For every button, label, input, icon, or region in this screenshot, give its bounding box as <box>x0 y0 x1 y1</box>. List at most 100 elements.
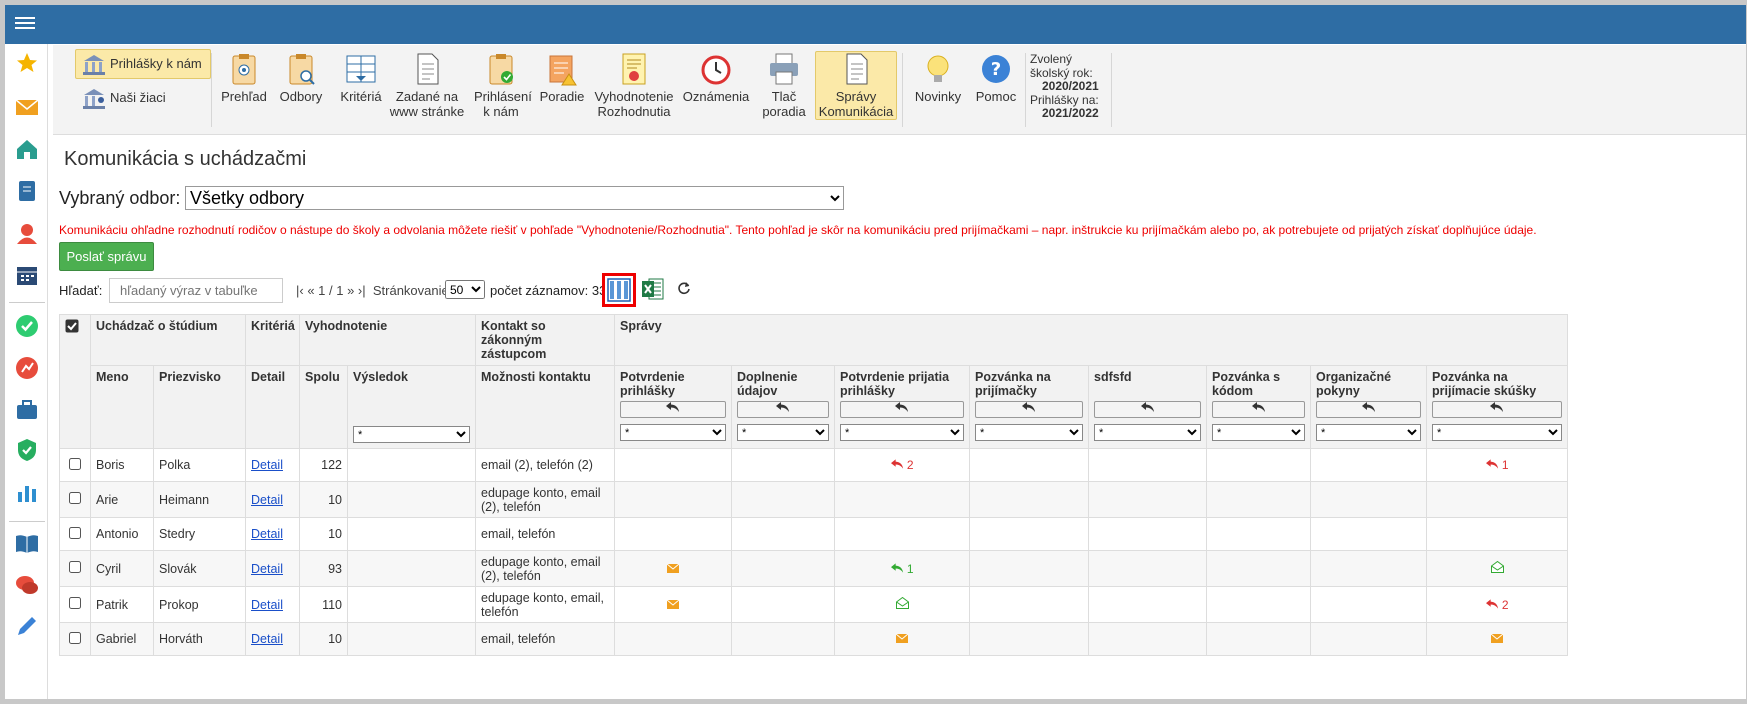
message-filter-select[interactable]: * <box>620 424 727 441</box>
select-all-checkbox[interactable] <box>65 319 79 333</box>
column-header-message-5[interactable]: sdfsfd * <box>1088 365 1208 449</box>
message-filter-select[interactable]: * <box>1316 424 1422 441</box>
field-of-study-select[interactable]: Všetky odbory <box>185 186 844 210</box>
message-status-cell[interactable] <box>614 586 733 623</box>
table-row[interactable]: Gabriel Horváth Detail 10 email, telefón <box>59 622 1569 656</box>
home-icon[interactable] <box>15 137 39 161</box>
column-header-name[interactable]: Meno <box>90 365 154 449</box>
message-status-cell[interactable]: 1 <box>1426 448 1569 482</box>
message-status-cell[interactable] <box>834 586 971 623</box>
bar-chart-icon[interactable] <box>15 480 39 504</box>
reply-sort-button[interactable] <box>1432 401 1563 418</box>
ribbon-button-preh-ad[interactable]: Prehľad <box>219 51 269 121</box>
reply-sort-button[interactable] <box>1316 401 1422 418</box>
column-header-result[interactable]: Výsledok * <box>347 365 477 449</box>
hamburger-menu-icon[interactable] <box>15 14 35 34</box>
reply-sort-button[interactable] <box>1212 401 1306 418</box>
page-size-select[interactable]: 50 <box>445 280 485 299</box>
applications-to-us-button[interactable]: Prihlášky k nám <box>75 49 211 79</box>
detail-link[interactable]: Detail <box>251 493 283 507</box>
reply-sort-button[interactable] <box>840 401 965 418</box>
reply-count[interactable]: 2 <box>890 458 914 472</box>
ribbon-button-tla-[interactable]: Tlač poradia <box>759 51 809 121</box>
ribbon-button-odbory[interactable]: Odbory <box>278 51 324 121</box>
message-status-cell[interactable] <box>1426 622 1569 656</box>
column-header-surname[interactable]: Priezvisko <box>152 365 247 449</box>
star-icon[interactable] <box>15 51 39 75</box>
detail-link[interactable]: Detail <box>251 598 283 612</box>
ribbon-button-krit-ri-[interactable]: Kritériá <box>338 51 384 121</box>
table-row[interactable]: Patrik Prokop Detail 110 edupage konto, emai… <box>59 586 1569 623</box>
calendar-icon[interactable] <box>15 263 39 287</box>
detail-link[interactable]: Detail <box>251 527 283 541</box>
column-header-message-3[interactable]: Potvrdenie prijatia prihlášky * <box>834 365 971 449</box>
columns-toggle-button[interactable] <box>602 273 636 307</box>
result-filter-select[interactable]: * <box>353 426 471 443</box>
detail-link[interactable]: Detail <box>251 562 283 576</box>
reply-count[interactable]: 1 <box>1485 458 1509 472</box>
reply-sort-button[interactable] <box>737 401 830 418</box>
row-checkbox[interactable] <box>69 597 81 609</box>
column-header-contact-options[interactable]: Možnosti kontaktu <box>475 365 616 449</box>
ribbon-button-novinky[interactable]: Novinky <box>913 51 963 121</box>
mail-icon[interactable] <box>15 95 39 119</box>
ribbon-button-pomoc[interactable]: ? Pomoc <box>973 51 1019 121</box>
detail-link[interactable]: Detail <box>251 632 283 646</box>
ribbon-button-poradie[interactable]: Poradie <box>537 51 587 121</box>
table-row[interactable]: Boris Polka Detail 122 email (2), telefón (2… <box>59 448 1569 482</box>
refresh-icon[interactable] <box>677 281 691 295</box>
row-checkbox[interactable] <box>69 526 81 539</box>
message-status-cell[interactable]: 1 <box>834 550 971 587</box>
row-checkbox[interactable] <box>69 561 81 573</box>
message-filter-select[interactable]: * <box>737 424 830 441</box>
pencil-icon[interactable] <box>15 614 39 638</box>
column-header-message-6[interactable]: Pozvánka s kódom * <box>1206 365 1312 449</box>
chat-icon[interactable] <box>15 573 39 597</box>
reply-sort-button[interactable] <box>1094 401 1202 418</box>
reply-count[interactable]: 1 <box>890 562 914 576</box>
person-icon[interactable] <box>15 221 39 245</box>
shield-check-icon[interactable] <box>15 438 39 462</box>
detail-link[interactable]: Detail <box>251 458 283 472</box>
message-status-cell[interactable]: 2 <box>1426 586 1569 623</box>
book-icon[interactable] <box>15 531 39 555</box>
column-header-message-8[interactable]: Pozvánka na prijímacie skúšky * <box>1426 365 1569 449</box>
message-status-cell[interactable] <box>614 550 733 587</box>
table-row[interactable]: Antonio Stedry Detail 10 email, telefón <box>59 517 1569 551</box>
message-status-cell[interactable] <box>1426 550 1569 587</box>
column-header-message-1[interactable]: Potvrdenie prihlášky * <box>614 365 733 449</box>
table-row[interactable]: Arie Heimann Detail 10 edupage konto, email … <box>59 481 1569 518</box>
ribbon-button-zadan-na[interactable]: Zadané na www stránke <box>387 51 467 121</box>
message-filter-select[interactable]: * <box>975 424 1084 441</box>
reply-sort-button[interactable] <box>975 401 1084 418</box>
ribbon-button-prihl-sen-[interactable]: Prihlásení k nám <box>473 51 532 121</box>
ribbon-button-spr-vy[interactable]: Správy Komunikácia <box>815 51 897 120</box>
row-checkbox[interactable] <box>69 631 81 644</box>
send-message-button[interactable]: Poslať správu <box>59 242 154 271</box>
column-header-total[interactable]: Spolu <box>299 365 349 449</box>
reply-sort-button[interactable] <box>620 401 727 418</box>
column-header-message-4[interactable]: Pozvánka na prijímačky * <box>969 365 1090 449</box>
excel-export-icon[interactable] <box>642 277 664 301</box>
pager-controls[interactable]: |‹ « 1 / 1 » ›| <box>296 283 366 298</box>
message-filter-select[interactable]: * <box>1094 424 1202 441</box>
message-filter-select[interactable]: * <box>1432 424 1563 441</box>
message-filter-select[interactable]: * <box>840 424 965 441</box>
message-status-cell[interactable]: 2 <box>834 448 971 482</box>
ribbon-button-ozn-menia[interactable]: Oznámenia <box>677 51 755 121</box>
column-header-message-7[interactable]: Organizačné pokyny * <box>1310 365 1428 449</box>
briefcase-icon[interactable] <box>15 398 39 422</box>
ribbon-button-vyhodnotenie[interactable]: Vyhodnotenie Rozhodnutia <box>591 51 677 121</box>
chart-red-icon[interactable] <box>15 356 39 380</box>
reply-count[interactable]: 2 <box>1485 598 1509 612</box>
check-circle-icon[interactable] <box>15 314 39 338</box>
pager[interactable]: |‹ « 1 / 1 » ›| Stránkovanie: <box>296 283 452 298</box>
message-status-cell[interactable] <box>834 622 971 656</box>
row-checkbox[interactable] <box>69 457 81 470</box>
message-filter-select[interactable]: * <box>1212 424 1306 441</box>
our-students-button[interactable]: Naši žiaci <box>75 83 175 113</box>
column-header-message-2[interactable]: Doplnenie údajov * <box>731 365 836 449</box>
search-input[interactable] <box>109 278 283 303</box>
table-row[interactable]: Cyril Slovák Detail 93 edupage konto, email … <box>59 550 1569 587</box>
notebook-icon[interactable] <box>15 179 39 203</box>
